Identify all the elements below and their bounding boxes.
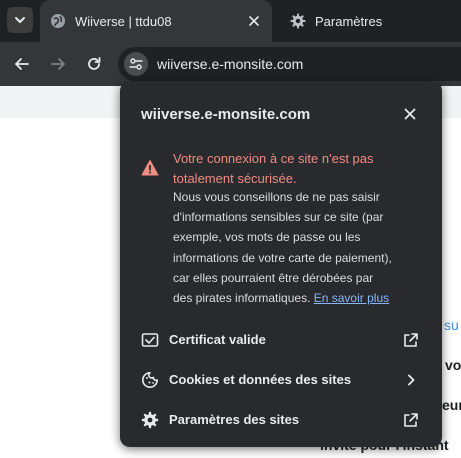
tab-wiiverse[interactable]: Wiiverse | ttdu08 bbox=[40, 0, 272, 42]
external-link-icon bbox=[402, 411, 420, 429]
address-bar[interactable]: wiiverse.e-monsite.com bbox=[118, 47, 461, 81]
forward-button[interactable] bbox=[46, 52, 70, 76]
url-text: wiiverse.e-monsite.com bbox=[157, 56, 304, 72]
warning-title: Votre connexion à ce site n'est pas tota… bbox=[173, 151, 374, 186]
site-info-button[interactable] bbox=[124, 52, 148, 76]
close-icon bbox=[249, 16, 259, 26]
cookie-icon bbox=[141, 371, 159, 389]
page-text-fragment: su bbox=[444, 317, 459, 333]
tune-icon bbox=[129, 58, 143, 70]
warning-icon bbox=[141, 160, 159, 176]
site-settings-label: Paramètres des sites bbox=[169, 412, 300, 427]
site-settings-row[interactable]: Paramètres des sites bbox=[120, 400, 442, 440]
arrow-left-icon bbox=[15, 58, 29, 70]
globe-icon bbox=[50, 13, 66, 29]
certificate-icon bbox=[141, 331, 159, 349]
cookies-label: Cookies et données des sites bbox=[169, 372, 352, 387]
tab-title: Paramètres bbox=[315, 13, 383, 29]
page-text-fragment: vo bbox=[445, 357, 461, 373]
tab-search-button[interactable] bbox=[7, 7, 33, 33]
chevron-right-icon bbox=[402, 371, 420, 389]
tab-strip: Wiiverse | ttdu08 Paramètres bbox=[0, 0, 461, 42]
chevron-down-icon bbox=[15, 17, 25, 23]
toolbar: wiiverse.e-monsite.com bbox=[0, 42, 461, 86]
tab-parametres[interactable]: Paramètres bbox=[280, 0, 461, 42]
certificate-row[interactable]: Certificat valide bbox=[120, 320, 442, 360]
gear-icon bbox=[290, 13, 306, 29]
site-info-popup: wiiverse.e-monsite.com Votre connexion à… bbox=[120, 81, 442, 447]
warning-body: Nous vous conseillons de ne pas saisir d… bbox=[173, 187, 395, 308]
learn-more-link[interactable]: En savoir plus bbox=[314, 291, 389, 305]
reload-icon bbox=[88, 57, 101, 70]
reload-button[interactable] bbox=[82, 52, 106, 76]
gear-icon bbox=[141, 411, 159, 429]
page-text-fragment: eur bbox=[442, 397, 461, 413]
cookies-row[interactable]: Cookies et données des sites bbox=[120, 360, 442, 400]
warning-body-text: Nous vous conseillons de ne pas saisir d… bbox=[173, 190, 392, 306]
close-tab-button[interactable] bbox=[246, 13, 262, 29]
close-popup-button[interactable] bbox=[401, 105, 419, 123]
popup-title: wiiverse.e-monsite.com bbox=[141, 106, 311, 123]
back-button[interactable] bbox=[10, 52, 34, 76]
close-icon bbox=[404, 108, 416, 120]
external-link-icon bbox=[402, 331, 420, 349]
arrow-right-icon bbox=[51, 58, 65, 70]
tab-title: Wiiverse | ttdu08 bbox=[75, 13, 172, 29]
certificate-label: Certificat valide bbox=[169, 332, 266, 347]
